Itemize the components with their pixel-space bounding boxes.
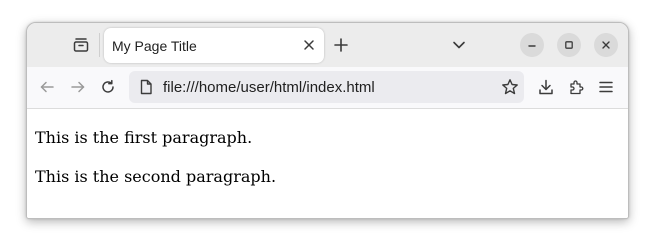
- first-paragraph: This is the first paragraph.: [35, 128, 253, 147]
- extensions-puzzle-icon[interactable]: [566, 77, 586, 97]
- minimize-button[interactable]: [520, 33, 544, 57]
- url-text[interactable]: file:///home/user/html/index.html: [163, 79, 375, 96]
- close-icon: [602, 41, 610, 49]
- maximize-icon: [565, 41, 573, 49]
- bookmark-star-icon[interactable]: [500, 77, 520, 97]
- new-tab-plus-icon[interactable]: [331, 35, 351, 55]
- browser-window: My Page Title file:///home/user/html/ind…: [26, 22, 629, 219]
- downloads-download-icon[interactable]: [536, 77, 556, 97]
- back-arrow-left-icon[interactable]: [37, 77, 57, 97]
- navigation-toolbar: file:///home/user/html/index.html: [27, 67, 628, 109]
- reload-icon[interactable]: [98, 77, 118, 97]
- menu-hamburger-icon[interactable]: [596, 77, 616, 97]
- minimize-icon: [528, 45, 536, 47]
- tab-close-icon[interactable]: [300, 36, 318, 54]
- window-close-button[interactable]: [594, 33, 618, 57]
- tab-title: My Page Title: [112, 38, 197, 54]
- second-paragraph: This is the second paragraph.: [35, 167, 277, 186]
- tab-separator: [99, 33, 100, 57]
- tab-bar: My Page Title: [27, 23, 628, 67]
- list-all-tabs-chevron-down-icon[interactable]: [449, 35, 469, 55]
- document-icon: [137, 78, 155, 96]
- tab-active[interactable]: My Page Title: [104, 28, 324, 63]
- url-bar[interactable]: file:///home/user/html/index.html: [129, 71, 524, 103]
- page-content: This is the first paragraph. This is the…: [27, 109, 628, 218]
- maximize-button[interactable]: [557, 33, 581, 57]
- forward-arrow-right-icon[interactable]: [68, 77, 88, 97]
- tabs-overview-icon[interactable]: [71, 35, 91, 55]
